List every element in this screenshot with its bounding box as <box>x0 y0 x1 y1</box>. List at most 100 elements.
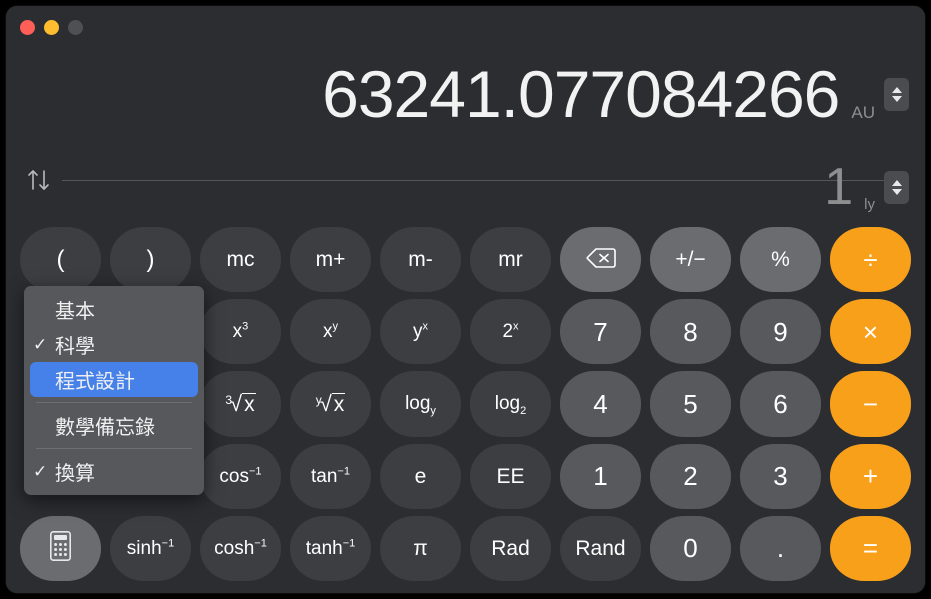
key-pi[interactable]: π <box>380 515 461 581</box>
delete-backspace-icon <box>586 247 616 273</box>
close-button[interactable] <box>20 20 35 35</box>
menu-item-label: 基本 <box>55 301 95 323</box>
key-label: 6 <box>773 388 788 419</box>
key-digit-4[interactable]: 4 <box>560 371 641 437</box>
key-label: 9 <box>773 316 788 347</box>
title-bar <box>6 6 925 50</box>
menu-item-4[interactable]: ✓ 換算 <box>24 454 204 489</box>
key-cosine-inverse[interactable]: cos−1 <box>200 443 281 509</box>
primary-value: 63241.077084266 <box>322 57 840 131</box>
key-multiply[interactable]: × <box>830 299 911 365</box>
calculator-mode-menu[interactable]: 基本 ✓ 科學 程式設計 數學備忘錄 ✓ 換算 <box>24 286 204 495</box>
key-radians-toggle[interactable]: Rad <box>470 515 551 581</box>
key-label: xy <box>322 320 338 343</box>
key-label: y √ x <box>315 390 346 416</box>
key-sign-toggle[interactable]: +/− <box>650 227 731 293</box>
key-label: x3 <box>232 320 249 343</box>
key-label: 2x <box>502 320 519 343</box>
key-digit-5[interactable]: 5 <box>650 371 731 437</box>
key-divide[interactable]: ÷ <box>830 227 911 293</box>
secondary-value: 1 <box>824 158 853 216</box>
key-label: log2 <box>494 393 527 418</box>
display-divider <box>62 180 909 181</box>
key-sinh-inverse[interactable]: sinh−1 <box>110 515 191 581</box>
key-digit-0[interactable]: 0 <box>650 515 731 581</box>
menu-item-label: 換算 <box>55 463 95 485</box>
display-area: 63241.077084266 AU 1 ly <box>6 50 925 220</box>
key-digit-8[interactable]: 8 <box>650 299 731 365</box>
key-label: logy <box>405 393 436 418</box>
key-percent[interactable]: % <box>740 227 821 293</box>
key-random[interactable]: Rand <box>560 515 641 581</box>
menu-item-label: 科學 <box>55 336 95 358</box>
key-exponent-entry[interactable]: EE <box>470 443 551 509</box>
key-label: EE <box>496 464 525 488</box>
swap-units-icon[interactable] <box>24 166 54 194</box>
key-label: 3 √ x <box>225 390 256 416</box>
key-memory-subtract[interactable]: m- <box>380 227 461 293</box>
key-label: Rad <box>491 536 530 560</box>
key-label: m- <box>408 248 433 272</box>
key-digit-9[interactable]: 9 <box>740 299 821 365</box>
key-label: = <box>862 533 879 564</box>
key-label: mc <box>226 248 255 272</box>
key-label: ) <box>146 245 155 273</box>
key-delete[interactable] <box>560 227 641 293</box>
secondary-value-row: 1 ly <box>824 154 909 220</box>
key-calculator-mode[interactable] <box>20 515 101 581</box>
key-label: ( <box>56 245 65 273</box>
key-digit-2[interactable]: 2 <box>650 443 731 509</box>
key-label: 2 <box>683 461 698 492</box>
chevron-up-icon <box>891 179 902 186</box>
key-digit-7[interactable]: 7 <box>560 299 641 365</box>
calculator-window: 63241.077084266 AU 1 ly () mc m+ m-mr +/−% ÷ 2… <box>6 6 925 593</box>
menu-item-1[interactable]: ✓ 科學 <box>24 327 204 362</box>
key-tangent-inverse[interactable]: tan−1 <box>290 443 371 509</box>
key-label: 4 <box>593 388 608 419</box>
key-label: 7 <box>593 316 608 347</box>
key-close-paren[interactable]: ) <box>110 227 191 293</box>
key-log-base-2[interactable]: log2 <box>470 371 551 437</box>
key-memory-add[interactable]: m+ <box>290 227 371 293</box>
key-label: π <box>413 536 428 560</box>
menu-item-label: 程式設計 <box>55 371 135 393</box>
key-label: 1 <box>593 461 608 492</box>
key-two-to-the-x[interactable]: 2x <box>470 299 551 365</box>
secondary-unit-label: ly <box>864 196 875 213</box>
key-x-to-the-y[interactable]: xy <box>290 299 371 365</box>
key-label: tan−1 <box>311 465 350 487</box>
key-digit-6[interactable]: 6 <box>740 371 821 437</box>
key-memory-recall[interactable]: mr <box>470 227 551 293</box>
key-label: +/− <box>675 248 706 272</box>
key-equals[interactable]: = <box>830 515 911 581</box>
primary-unit-stepper[interactable] <box>884 77 909 111</box>
chevron-down-icon <box>891 95 902 102</box>
primary-value-row: 63241.077084266 AU <box>322 56 909 132</box>
key-add[interactable]: + <box>830 443 911 509</box>
key-cosh-inverse[interactable]: cosh−1 <box>200 515 281 581</box>
secondary-unit-stepper[interactable] <box>884 170 909 204</box>
minimize-button[interactable] <box>44 20 59 35</box>
menu-item-2[interactable]: 程式設計 <box>30 362 198 397</box>
menu-item-0[interactable]: 基本 <box>24 292 204 327</box>
checkmark-icon: ✓ <box>33 334 48 354</box>
key-label: Rand <box>575 536 626 560</box>
menu-separator <box>36 402 192 403</box>
key-subtract[interactable]: − <box>830 371 911 437</box>
key-digit-1[interactable]: 1 <box>560 443 641 509</box>
key-open-paren[interactable]: ( <box>20 227 101 293</box>
key-y-to-the-x[interactable]: yx <box>380 299 461 365</box>
key-eulers-number[interactable]: e <box>380 443 461 509</box>
key-memory-clear[interactable]: mc <box>200 227 281 293</box>
key-x-cubed[interactable]: x3 <box>200 299 281 365</box>
key-label: ÷ <box>863 244 878 275</box>
key-tanh-inverse[interactable]: tanh−1 <box>290 515 371 581</box>
key-label: tanh−1 <box>305 537 356 559</box>
key-decimal-point[interactable]: . <box>740 515 821 581</box>
zoom-button[interactable] <box>68 20 83 35</box>
key-nth-root[interactable]: y √ x <box>290 371 371 437</box>
key-cube-root[interactable]: 3 √ x <box>200 371 281 437</box>
menu-item-3[interactable]: 數學備忘錄 <box>24 408 204 443</box>
key-log-base-y[interactable]: logy <box>380 371 461 437</box>
key-digit-3[interactable]: 3 <box>740 443 821 509</box>
